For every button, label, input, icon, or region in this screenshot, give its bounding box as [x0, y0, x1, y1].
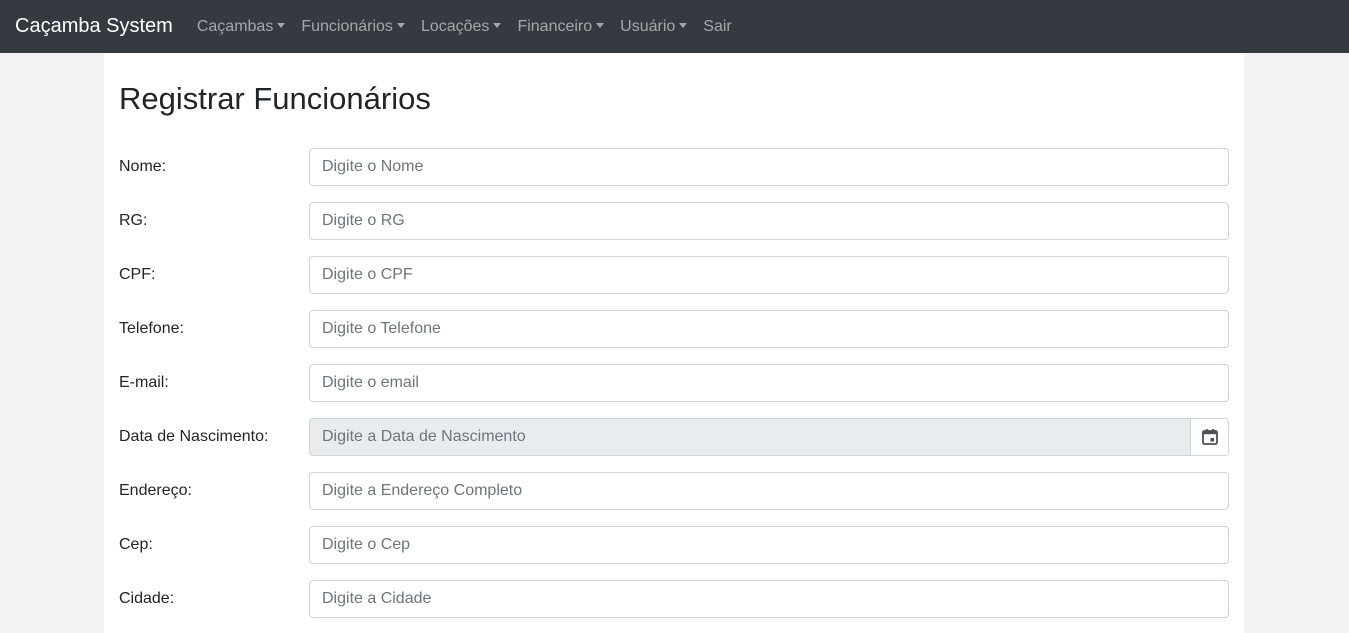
form-row-telefone: Telefone:	[119, 310, 1229, 348]
endereco-label: Endereço:	[119, 482, 192, 499]
form-row-cep: Cep:	[119, 526, 1229, 564]
cidade-label: Cidade:	[119, 590, 175, 607]
telefone-input[interactable]	[309, 310, 1229, 348]
email-label: E-mail:	[119, 374, 169, 391]
calendar-icon	[1201, 429, 1218, 445]
top-navbar: Caçamba System Caçambas Funcionários Loc…	[0, 0, 1349, 53]
rg-input[interactable]	[309, 202, 1229, 240]
nav-financeiro[interactable]: Financeiro	[509, 18, 612, 36]
nav-cacambas-label: Caçambas	[196, 17, 274, 35]
form-container: Registrar Funcionários Nome: RG: CPF: Te…	[104, 53, 1244, 633]
nome-input[interactable]	[309, 148, 1229, 186]
nav-financeiro-label: Financeiro	[517, 17, 593, 35]
endereco-input[interactable]	[309, 472, 1229, 510]
cidade-input[interactable]	[309, 580, 1229, 618]
cpf-label: CPF:	[119, 266, 156, 283]
chevron-down-icon	[277, 23, 286, 28]
date-input-group	[309, 418, 1229, 456]
form-row-cidade: Cidade:	[119, 580, 1229, 618]
nav-locacoes-label: Locações	[420, 17, 490, 35]
nav-funcionarios[interactable]: Funcionários	[293, 18, 413, 36]
chevron-down-icon	[596, 23, 605, 28]
telefone-label: Telefone:	[119, 320, 184, 337]
chevron-down-icon	[396, 23, 405, 28]
calendar-button[interactable]	[1191, 418, 1229, 456]
nav-sair[interactable]: Sair	[695, 18, 739, 36]
email-input[interactable]	[309, 364, 1229, 402]
chevron-down-icon	[679, 23, 688, 28]
nav-sair-label: Sair	[703, 17, 732, 35]
cep-label: Cep:	[119, 536, 153, 553]
data-nascimento-label: Data de Nascimento:	[119, 428, 269, 445]
form-row-data-nascimento: Data de Nascimento:	[119, 418, 1229, 456]
chevron-down-icon	[493, 23, 502, 28]
nav-locacoes[interactable]: Locações	[413, 18, 510, 36]
form-row-cpf: CPF:	[119, 256, 1229, 294]
rg-label: RG:	[119, 212, 148, 229]
nav-usuario[interactable]: Usuário	[612, 18, 695, 36]
page-title: Registrar Funcionários	[119, 81, 431, 116]
cep-input[interactable]	[309, 526, 1229, 564]
form-row-endereco: Endereço:	[119, 472, 1229, 510]
nav-cacambas[interactable]: Caçambas	[189, 18, 293, 36]
cpf-input[interactable]	[309, 256, 1229, 294]
data-nascimento-input[interactable]	[309, 418, 1191, 456]
form-row-rg: RG:	[119, 202, 1229, 240]
nav-funcionarios-label: Funcionários	[301, 17, 393, 35]
nav-usuario-label: Usuário	[620, 17, 676, 35]
brand-logo[interactable]: Caçamba System	[15, 15, 173, 38]
form-row-email: E-mail:	[119, 364, 1229, 402]
nome-label: Nome:	[119, 158, 167, 175]
form-row-nome: Nome:	[119, 148, 1229, 186]
